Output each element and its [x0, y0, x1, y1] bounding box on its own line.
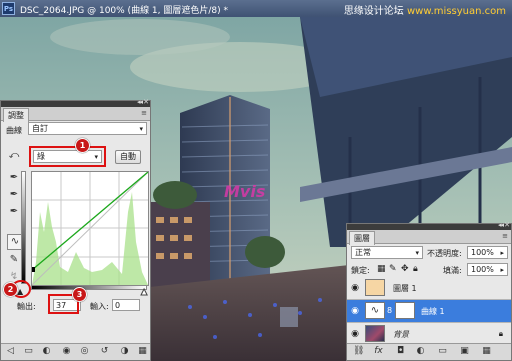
lock-image-icon[interactable]: ✎ — [389, 264, 397, 274]
layer-mask-thumbnail[interactable] — [395, 302, 415, 319]
eye-icon[interactable]: ◉ — [350, 306, 360, 316]
eyedropper-black-icon[interactable]: ✒ — [7, 171, 21, 185]
collapse-icon[interactable]: ◂◂ — [498, 221, 504, 229]
blend-mode-value: 正常 — [355, 248, 371, 257]
curve-plot — [30, 171, 149, 286]
back-arrow-icon[interactable]: ◁ — [5, 346, 16, 357]
close-icon[interactable]: ✕ — [504, 221, 510, 229]
new-group-icon[interactable]: ▭ — [437, 346, 448, 357]
document-title: DSC_2064.JPG @ 100% (曲線 1, 圖層遮色片/8) * — [20, 6, 229, 16]
expand-view-icon[interactable]: ▭ — [23, 346, 34, 357]
auto-button[interactable]: 自動 — [115, 150, 141, 164]
input-field[interactable]: 0 — [112, 299, 140, 311]
panel-footer: ⛓ fx ◘ ◐ ▭ ▣ ▦ — [347, 343, 511, 360]
layers-panel: ◂◂ ✕ 圖層 ≡ 正常 ▾ 不透明度: 100% ▸ 鎖定: ▦ ✎ ✥ 🔒︎ 填… — [346, 221, 512, 361]
lock-all-icon[interactable]: 🔒︎ — [413, 264, 418, 274]
new-layer-icon[interactable]: ▣ — [459, 346, 470, 357]
layer-name: 背景 — [393, 330, 409, 339]
channel-highlight — [29, 146, 106, 167]
panel-menu-icon[interactable]: ≡ — [141, 109, 147, 117]
layer-name: 曲線 1 — [421, 307, 445, 316]
output-label: 輸出: — [17, 302, 36, 311]
fill-value: 100% — [471, 265, 494, 274]
panel-tabs: 調整 ≡ — [1, 107, 150, 122]
lock-transparency-icon[interactable]: ▦ — [377, 264, 386, 274]
eyedropper-gray-icon[interactable]: ✒ — [7, 188, 21, 202]
layer-row[interactable]: ◉ 圖層 1 — [347, 277, 511, 300]
clip-layer-icon[interactable]: ◐ — [41, 346, 52, 357]
document-title-bar: Ps DSC_2064.JPG @ 100% (曲線 1, 圖層遮色片/8) *… — [0, 0, 512, 17]
chevron-down-icon: ▾ — [415, 249, 419, 257]
lock-position-icon[interactable]: ✥ — [401, 264, 409, 274]
opacity-field[interactable]: 100% ▸ — [467, 246, 508, 259]
step-badge-1: 1 — [75, 138, 90, 153]
tab-layers[interactable]: 圖層 — [349, 231, 375, 245]
lock-icon: 🔒︎ — [498, 329, 503, 338]
eye-icon[interactable]: ◉ — [350, 283, 360, 293]
chevron-right-icon: ▸ — [500, 266, 504, 274]
photoshop-icon: Ps — [2, 2, 15, 15]
lock-label: 鎖定: — [351, 266, 370, 275]
curves-adjustment-icon: ∿ — [365, 302, 385, 319]
opacity-value: 100% — [471, 248, 494, 257]
curve-graph[interactable] — [30, 171, 149, 286]
eye-icon[interactable]: ◉ — [61, 346, 72, 357]
add-mask-icon[interactable]: ◘ — [395, 346, 406, 357]
canvas-watermark-logo: Mvis — [224, 182, 266, 201]
pencil-icon[interactable]: ✎ — [7, 253, 21, 267]
opacity-label: 不透明度: — [427, 249, 462, 258]
eye-icon[interactable]: ◉ — [350, 329, 360, 339]
preset-select[interactable]: 自訂 ▾ — [28, 122, 147, 135]
watermark-cn: 思缘设计论坛 — [343, 6, 404, 17]
black-point-slider[interactable]: ▲ — [17, 287, 23, 296]
curve-point-tool-icon[interactable]: ⤺ — [7, 149, 21, 163]
chevron-down-icon: ▾ — [139, 125, 143, 133]
input-label: 輸入: — [90, 302, 109, 311]
panel-footer: ◁ ▭ ◐ ◉ ◎ ↺ ◑ ▦ — [1, 343, 150, 360]
fill-field[interactable]: 100% ▸ — [467, 263, 508, 276]
input-gradient-bar — [31, 285, 147, 290]
tab-adjustments[interactable]: 調整 — [3, 108, 29, 122]
preset-label: 曲線 — [6, 126, 22, 135]
trash-icon[interactable]: ▦ — [481, 346, 492, 357]
panel-tabs: 圖層 ≡ — [347, 230, 511, 245]
layer-row-selected[interactable]: ◉ ∿ 8 曲線 1 — [347, 300, 511, 323]
preset-value: 自訂 — [32, 124, 48, 133]
chevron-right-icon: ▸ — [500, 249, 504, 257]
blend-mode-select[interactable]: 正常 ▾ — [351, 246, 423, 259]
trash-icon[interactable]: ▦ — [137, 346, 148, 357]
eyedropper-white-icon[interactable]: ✒ — [7, 205, 21, 219]
layer-name: 圖層 1 — [393, 284, 417, 293]
layer-thumbnail — [365, 279, 385, 296]
collapse-icon[interactable]: ◂◂ — [137, 98, 143, 106]
new-adjustment-icon[interactable]: ◐ — [415, 346, 426, 357]
fill-label: 填滿: — [443, 266, 462, 275]
layer-thumbnail — [365, 325, 385, 342]
visibility-toggle-icon[interactable]: ◑ — [119, 346, 130, 357]
photoshop-window: Ps DSC_2064.JPG @ 100% (曲線 1, 圖層遮色片/8) *… — [0, 0, 512, 361]
layer-style-icon[interactable]: fx — [373, 346, 384, 357]
panel-menu-icon[interactable]: ≡ — [502, 232, 508, 240]
watermark-url: www.missyuan.com — [407, 6, 506, 17]
site-watermark: 思缘设计论坛 www.missyuan.com — [344, 2, 506, 17]
step-badge-3: 3 — [72, 287, 87, 302]
link-icon[interactable]: 8 — [387, 306, 392, 315]
white-point-slider[interactable]: ▲ — [140, 287, 147, 297]
adjustments-panel: ◂◂ ✕ 調整 ≡ 曲線 自訂▾ ⤺ 綠▾ 1 自動 ✒ ✒ ✒ ∿ ✎ ↯ — [0, 98, 151, 361]
link-layers-icon[interactable]: ⛓ — [353, 346, 364, 357]
close-icon[interactable]: ✕ — [143, 98, 149, 106]
output-gradient-bar — [21, 171, 26, 284]
step-badge-2: 2 — [3, 282, 18, 297]
previous-state-icon[interactable]: ◎ — [79, 346, 90, 357]
reset-icon[interactable]: ↺ — [99, 346, 110, 357]
